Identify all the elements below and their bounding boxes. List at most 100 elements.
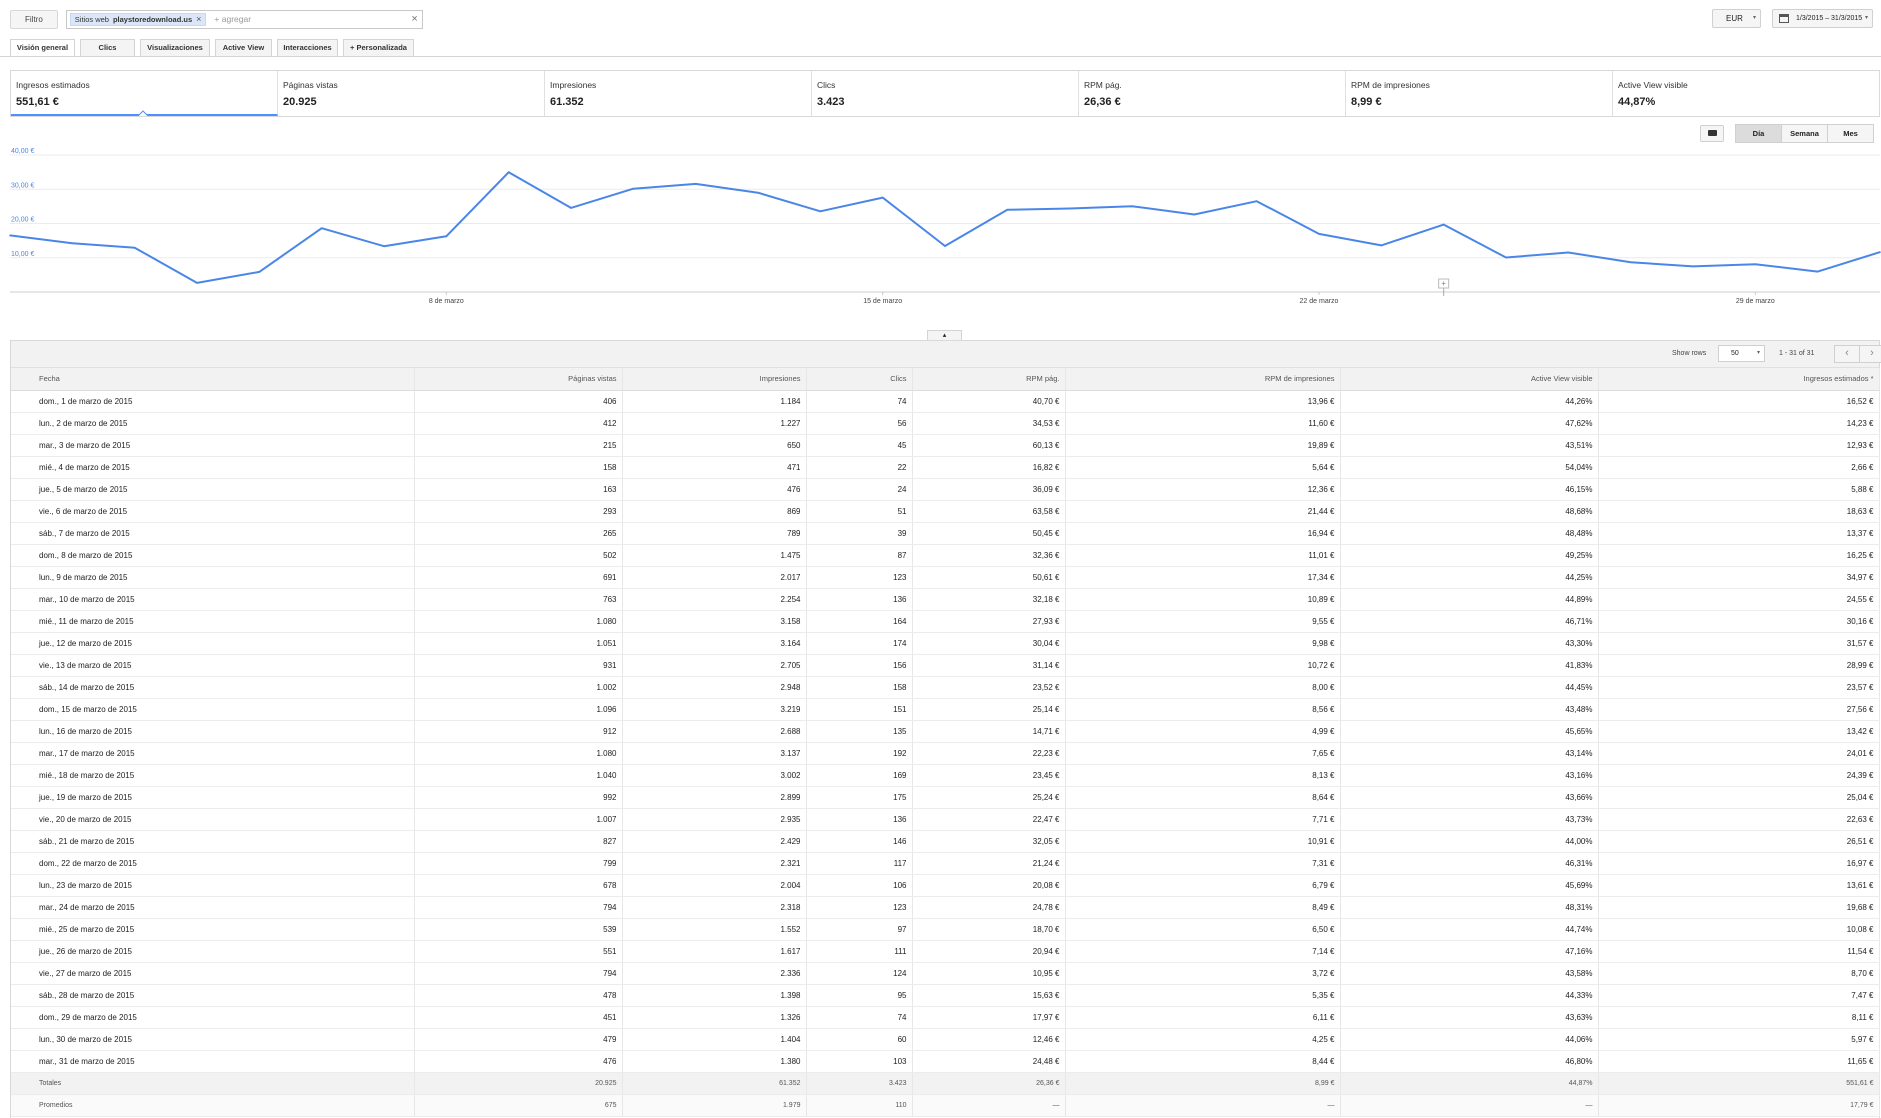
column-header[interactable]: RPM pág. xyxy=(912,368,1066,391)
table-cell: vie., 6 de marzo de 2015 xyxy=(11,500,415,523)
column-header[interactable]: Clics xyxy=(806,368,913,391)
table-cell: 13,37 € xyxy=(1598,522,1880,545)
table-row: jue., 12 de marzo de 2015 1.051 3.164 174 30… xyxy=(11,632,1880,655)
table-row: mié., 18 de marzo de 2015 1.040 3.002 169 23… xyxy=(11,764,1880,787)
next-page-button[interactable]: › xyxy=(1859,345,1881,363)
granularity-day-button[interactable]: Día xyxy=(1735,124,1782,143)
remove-chip-icon[interactable]: × xyxy=(196,14,201,25)
table-cell: 48,31% xyxy=(1340,896,1599,919)
table-cell: 551,61 € xyxy=(1598,1072,1880,1095)
tab-clics[interactable]: Clics xyxy=(80,39,135,57)
metric-active-view-visible[interactable]: Active View visible 44,87% xyxy=(1613,71,1879,116)
table-cell: 123 xyxy=(806,896,913,919)
data-point xyxy=(1754,263,1757,266)
collapse-chart-button[interactable]: ▴ xyxy=(927,330,962,340)
table-row: lun., 30 de marzo de 2015 479 1.404 60 12,46… xyxy=(11,1028,1880,1051)
filter-chip[interactable]: Sitios web playstoredownload.us × xyxy=(69,12,207,26)
column-header[interactable]: RPM de impresiones xyxy=(1065,368,1341,391)
metric-clics[interactable]: Clics 3.423 xyxy=(812,71,1079,116)
table-cell: 8,56 € xyxy=(1065,698,1341,721)
chevron-down-icon: ▾ xyxy=(1756,350,1760,356)
table-cell: 265 xyxy=(414,522,623,545)
table-cell: 10,95 € xyxy=(912,962,1066,985)
column-header[interactable]: Ingresos estimados * xyxy=(1598,368,1880,391)
data-point xyxy=(1567,251,1570,254)
column-header[interactable]: Fecha xyxy=(11,368,415,391)
calendar-icon xyxy=(1779,14,1789,23)
tab-personalizada[interactable]: + Personalizada xyxy=(343,39,414,57)
table-cell: 24,39 € xyxy=(1598,764,1880,787)
table-cell: 39 xyxy=(806,522,913,545)
metric-rpm-impresiones[interactable]: RPM de impresiones 8,99 € xyxy=(1346,71,1613,116)
add-filter-placeholder[interactable]: + agregar xyxy=(214,14,251,24)
table-cell: 45 xyxy=(806,434,913,457)
table-cell: 32,18 € xyxy=(912,588,1066,611)
y-tick-label: 10,00 € xyxy=(11,251,34,258)
table-cell: dom., 15 de marzo de 2015 xyxy=(11,698,415,721)
column-header[interactable]: Impresiones xyxy=(622,368,807,391)
granularity-month-button[interactable]: Mes xyxy=(1827,124,1874,143)
tab-vision-general[interactable]: Visión general xyxy=(10,39,75,57)
metric-rpm-pag[interactable]: RPM pág. 26,36 € xyxy=(1079,71,1346,116)
table-cell: 97 xyxy=(806,918,913,941)
table-cell: 169 xyxy=(806,764,913,787)
metric-ingresos-estimados[interactable]: Ingresos estimados 551,61 € xyxy=(11,71,278,116)
tab-divider xyxy=(0,56,1881,57)
table-cell: 2.336 xyxy=(622,962,807,985)
table-row: jue., 5 de marzo de 2015 163 476 24 36,09 €1… xyxy=(11,478,1880,501)
table-cell: 43,14% xyxy=(1340,742,1599,765)
data-point xyxy=(694,183,697,185)
table-cell: 13,42 € xyxy=(1598,720,1880,743)
column-header[interactable]: Active View visible xyxy=(1340,368,1599,391)
date-range-picker[interactable]: 1/3/2015 – 31/3/2015 ▾ xyxy=(1772,9,1873,28)
table-cell: 8,00 € xyxy=(1065,676,1341,699)
clear-filter-icon[interactable]: × xyxy=(411,13,417,25)
granularity-toggle: Día Semana Mes xyxy=(1735,124,1874,143)
granularity-week-button[interactable]: Semana xyxy=(1781,124,1828,143)
metric-impresiones[interactable]: Impresiones 61.352 xyxy=(545,71,812,116)
table-row: mar., 3 de marzo de 2015 215 650 45 60,13 €1… xyxy=(11,434,1880,457)
table-cell: 136 xyxy=(806,588,913,611)
table-cell: 1.080 xyxy=(414,742,623,765)
table-cell: 47,62% xyxy=(1340,412,1599,435)
tab-interacciones[interactable]: Interacciones xyxy=(277,39,338,57)
table-header-row: Fecha Páginas vistas Impresiones Clics RPM p… xyxy=(11,368,1880,391)
filter-button[interactable]: Filtro xyxy=(10,9,58,29)
rows-per-page-select[interactable]: 50 ▾ xyxy=(1718,345,1765,362)
prev-page-button[interactable]: ‹ xyxy=(1834,345,1860,363)
currency-select[interactable]: EUR ▾ xyxy=(1712,9,1761,28)
table-cell: 164 xyxy=(806,610,913,633)
table-cell: — xyxy=(912,1094,1066,1117)
metrics-scorecard: Ingresos estimados 551,61 € Páginas vist… xyxy=(10,70,1880,117)
tab-visualizaciones[interactable]: Visualizaciones xyxy=(140,39,210,57)
table-cell: jue., 5 de marzo de 2015 xyxy=(11,478,415,501)
column-header[interactable]: Páginas vistas xyxy=(414,368,623,391)
table-cell: 156 xyxy=(806,654,913,677)
table-cell: 44,89% xyxy=(1340,588,1599,611)
date-range-value: 1/3/2015 – 31/3/2015 xyxy=(1796,15,1863,22)
table-cell: 4,99 € xyxy=(1065,720,1341,743)
table-cell: 8,64 € xyxy=(1065,786,1341,809)
tab-active-view[interactable]: Active View xyxy=(215,39,272,57)
table-cell: 163 xyxy=(414,478,623,501)
table-cell: 19,68 € xyxy=(1598,896,1880,919)
table-cell: 19,89 € xyxy=(1065,434,1341,457)
annotation-button[interactable] xyxy=(1700,125,1724,142)
table-cell: 799 xyxy=(414,852,623,875)
table-cell: 43,58% xyxy=(1340,962,1599,985)
table-cell: 46,31% xyxy=(1340,852,1599,875)
table-cell: 1.380 xyxy=(622,1050,807,1073)
table-row: sáb., 21 de marzo de 2015 827 2.429 146 32,0… xyxy=(11,830,1880,853)
comment-icon xyxy=(1708,130,1717,136)
table-cell: 44,25% xyxy=(1340,566,1599,589)
table-cell: 539 xyxy=(414,918,623,941)
table-cell: 1.184 xyxy=(622,390,807,413)
table-cell: 2.688 xyxy=(622,720,807,743)
metric-paginas-vistas[interactable]: Páginas vistas 20.925 xyxy=(278,71,545,116)
table-cell: 158 xyxy=(806,676,913,699)
table-cell: 23,45 € xyxy=(912,764,1066,787)
table-row: mié., 4 de marzo de 2015 158 471 22 16,82 €5… xyxy=(11,456,1880,479)
table-cell: mar., 17 de marzo de 2015 xyxy=(11,742,415,765)
averages-row: Promedios 675 1.979 110— — —17,79 € xyxy=(11,1094,1880,1117)
filter-input[interactable]: Sitios web playstoredownload.us × + agre… xyxy=(65,9,423,29)
